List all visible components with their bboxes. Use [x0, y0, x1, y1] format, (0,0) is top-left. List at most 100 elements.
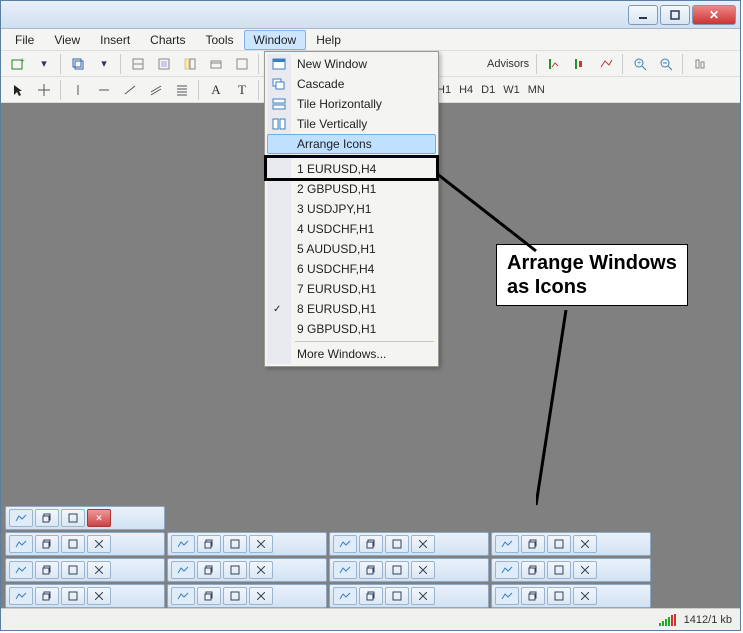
minimized-chart[interactable] — [329, 558, 489, 582]
restore-icon[interactable] — [359, 561, 383, 579]
menu-tile-vertically[interactable]: Tile Vertically — [267, 114, 436, 134]
restore-icon[interactable] — [521, 587, 545, 605]
menu-window-item[interactable]: 1 EURUSD,H4 — [267, 159, 436, 179]
market-watch-icon[interactable] — [126, 53, 150, 75]
advisors-label[interactable]: Advisors — [483, 58, 533, 70]
tf-h4[interactable]: H4 — [455, 84, 477, 96]
dropdown-arrow-icon[interactable]: ▾ — [92, 53, 116, 75]
restore-icon[interactable] — [197, 561, 221, 579]
menu-window-item[interactable]: ✓8 EURUSD,H1 — [267, 299, 436, 319]
trendline-icon[interactable] — [118, 79, 142, 101]
maximize-icon[interactable] — [61, 587, 85, 605]
zoom-out-icon[interactable] — [654, 53, 678, 75]
restore-icon[interactable] — [35, 561, 59, 579]
close-icon[interactable] — [249, 561, 273, 579]
restore-icon[interactable] — [521, 535, 545, 553]
menu-arrange-icons[interactable]: Arrange Icons — [267, 134, 436, 154]
maximize-icon[interactable] — [223, 561, 247, 579]
minimized-chart[interactable] — [491, 584, 651, 608]
restore-icon[interactable] — [35, 587, 59, 605]
close-icon[interactable] — [87, 587, 111, 605]
maximize-icon[interactable] — [223, 535, 247, 553]
vertical-line-icon[interactable] — [66, 79, 90, 101]
minimized-chart[interactable] — [5, 558, 165, 582]
close-icon[interactable] — [249, 587, 273, 605]
minimized-chart[interactable] — [329, 584, 489, 608]
maximize-icon[interactable] — [223, 587, 247, 605]
restore-icon[interactable] — [197, 535, 221, 553]
menu-charts[interactable]: Charts — [140, 30, 195, 50]
maximize-icon[interactable] — [547, 535, 571, 553]
close-icon[interactable] — [87, 561, 111, 579]
indicator3-icon[interactable] — [594, 53, 618, 75]
new-chart-icon[interactable]: + — [6, 53, 30, 75]
cursor-icon[interactable] — [6, 79, 30, 101]
menu-file[interactable]: File — [5, 30, 44, 50]
restore-icon[interactable] — [35, 535, 59, 553]
minimized-chart[interactable] — [5, 584, 165, 608]
maximize-icon[interactable] — [61, 561, 85, 579]
menu-window-item[interactable]: 5 AUDUSD,H1 — [267, 239, 436, 259]
menu-window-item[interactable]: 7 EURUSD,H1 — [267, 279, 436, 299]
close-icon[interactable] — [573, 535, 597, 553]
menu-window-item[interactable]: 4 USDCHF,H1 — [267, 219, 436, 239]
close-icon[interactable] — [573, 561, 597, 579]
maximize-button[interactable] — [660, 5, 690, 25]
minimize-button[interactable] — [628, 5, 658, 25]
menu-tile-horizontally[interactable]: Tile Horizontally — [267, 94, 436, 114]
restore-icon[interactable] — [35, 509, 59, 527]
restore-icon[interactable] — [197, 587, 221, 605]
indicator1-icon[interactable] — [542, 53, 566, 75]
close-icon[interactable] — [87, 535, 111, 553]
menu-help[interactable]: Help — [306, 30, 351, 50]
text-icon[interactable]: A — [204, 79, 228, 101]
minimized-chart[interactable]: ✕ — [5, 506, 165, 530]
tf-mn[interactable]: MN — [524, 84, 549, 96]
menu-view[interactable]: View — [44, 30, 90, 50]
menu-window[interactable]: Window — [244, 30, 307, 50]
menu-window-item[interactable]: 2 GBPUSD,H1 — [267, 179, 436, 199]
minimized-chart[interactable] — [167, 532, 327, 556]
maximize-icon[interactable] — [547, 587, 571, 605]
menu-tools[interactable]: Tools — [196, 30, 244, 50]
minimized-chart[interactable] — [491, 558, 651, 582]
maximize-icon[interactable] — [385, 587, 409, 605]
minimized-chart[interactable] — [5, 532, 165, 556]
navigator-icon[interactable] — [178, 53, 202, 75]
maximize-icon[interactable] — [385, 561, 409, 579]
crosshair-icon[interactable] — [32, 79, 56, 101]
close-icon[interactable] — [411, 561, 435, 579]
maximize-icon[interactable] — [385, 535, 409, 553]
close-button[interactable]: ✕ — [692, 5, 736, 25]
data-window-icon[interactable] — [152, 53, 176, 75]
dropdown-arrow-icon[interactable]: ▾ — [32, 53, 56, 75]
profiles-icon[interactable] — [66, 53, 90, 75]
menu-cascade[interactable]: Cascade — [267, 74, 436, 94]
fibonacci-icon[interactable] — [170, 79, 194, 101]
terminal-icon[interactable] — [204, 53, 228, 75]
menu-window-item[interactable]: 3 USDJPY,H1 — [267, 199, 436, 219]
chart-type-icon[interactable] — [688, 53, 712, 75]
close-icon[interactable] — [249, 535, 273, 553]
text-label-icon[interactable]: T — [230, 79, 254, 101]
menu-window-item[interactable]: 9 GBPUSD,H1 — [267, 319, 436, 339]
minimized-chart[interactable] — [491, 532, 651, 556]
maximize-icon[interactable] — [547, 561, 571, 579]
menu-insert[interactable]: Insert — [90, 30, 140, 50]
minimized-chart[interactable] — [329, 532, 489, 556]
horizontal-line-icon[interactable] — [92, 79, 116, 101]
close-icon[interactable]: ✕ — [87, 509, 111, 527]
close-icon[interactable] — [573, 587, 597, 605]
strategy-tester-icon[interactable] — [230, 53, 254, 75]
zoom-in-icon[interactable]: + — [628, 53, 652, 75]
indicator2-icon[interactable] — [568, 53, 592, 75]
menu-window-item[interactable]: 6 USDCHF,H4 — [267, 259, 436, 279]
close-icon[interactable] — [411, 587, 435, 605]
minimized-chart[interactable] — [167, 558, 327, 582]
maximize-icon[interactable] — [61, 535, 85, 553]
restore-icon[interactable] — [521, 561, 545, 579]
restore-icon[interactable] — [359, 587, 383, 605]
channel-icon[interactable] — [144, 79, 168, 101]
minimized-chart[interactable] — [167, 584, 327, 608]
tf-w1[interactable]: W1 — [499, 84, 524, 96]
